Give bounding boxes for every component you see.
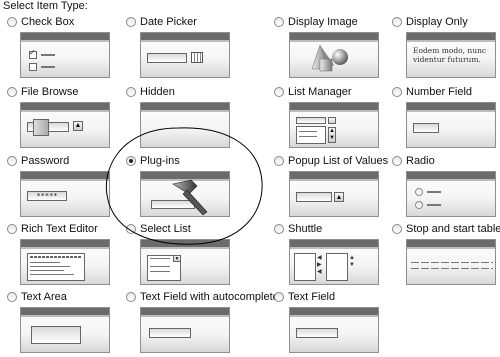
annotation-ellipse <box>105 127 263 245</box>
